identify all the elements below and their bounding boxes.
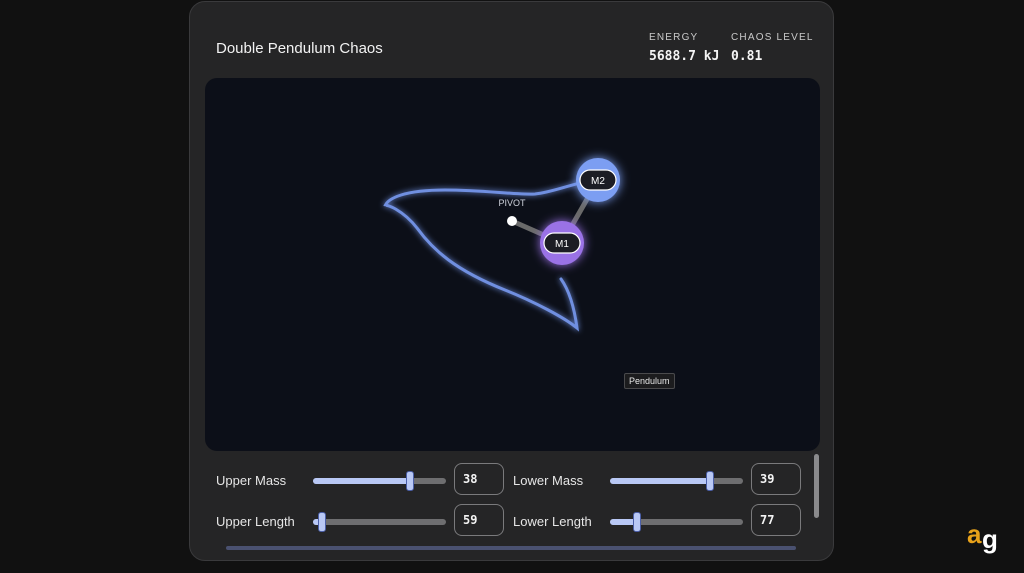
ag-logo-icon: a g bbox=[967, 519, 998, 554]
upper-mass-slider[interactable] bbox=[313, 471, 446, 491]
controls-scrollbar[interactable] bbox=[814, 454, 819, 518]
lower-length-slider[interactable] bbox=[610, 512, 743, 532]
chaos-value: 0.81 bbox=[731, 49, 763, 64]
bottom-progress-bar bbox=[226, 546, 796, 550]
upper-length-slider[interactable] bbox=[313, 512, 446, 532]
energy-label: ENERGY bbox=[649, 32, 699, 43]
chaos-label: CHAOS LEVEL bbox=[731, 32, 814, 43]
lower-mass-slider[interactable] bbox=[610, 471, 743, 491]
mass1-label: M1 bbox=[555, 239, 569, 250]
upper-mass-slider-fill bbox=[313, 478, 411, 484]
energy-value: 5688.7 kJ bbox=[649, 49, 720, 64]
pendulum-tooltip: Pendulum bbox=[624, 373, 675, 389]
lower-mass-label: Lower Mass bbox=[513, 473, 584, 488]
upper-length-label: Upper Length bbox=[216, 514, 295, 529]
lower-mass-slider-fill bbox=[610, 478, 710, 484]
lower-length-label: Lower Length bbox=[513, 514, 592, 529]
energy-stat: ENERGY 5688.7 kJ bbox=[649, 32, 719, 64]
lower-length-slider-thumb[interactable] bbox=[632, 512, 641, 532]
upper-mass-slider-thumb[interactable] bbox=[406, 471, 415, 491]
pendulum-svg: PIVOT M1 M2 bbox=[383, 158, 620, 332]
page-title: Double Pendulum Chaos bbox=[216, 40, 383, 57]
lower-length-input[interactable]: 77 bbox=[751, 504, 801, 536]
upper-length-slider-thumb[interactable] bbox=[318, 512, 327, 532]
pivot-point bbox=[507, 216, 517, 226]
mass2-label: M2 bbox=[591, 176, 605, 187]
pivot-label: PIVOT bbox=[498, 198, 526, 208]
svg-text:a: a bbox=[967, 519, 982, 549]
upper-mass-label: Upper Mass bbox=[216, 473, 287, 488]
lower-mass-input[interactable]: 39 bbox=[751, 463, 801, 495]
pendulum-canvas[interactable]: PIVOT M1 M2 Pendulum bbox=[205, 78, 820, 451]
controls-section: Upper Mass 38 Lower Mass 39 Upper Length… bbox=[190, 457, 810, 557]
simulation-panel: Double Pendulum Chaos ENERGY 5688.7 kJ C… bbox=[189, 1, 834, 561]
lower-mass-slider-thumb[interactable] bbox=[705, 471, 714, 491]
upper-mass-input[interactable]: 38 bbox=[454, 463, 504, 495]
svg-text:g: g bbox=[982, 524, 998, 554]
upper-length-input[interactable]: 59 bbox=[454, 504, 504, 536]
chaos-stat: CHAOS LEVEL 0.81 bbox=[731, 32, 814, 64]
